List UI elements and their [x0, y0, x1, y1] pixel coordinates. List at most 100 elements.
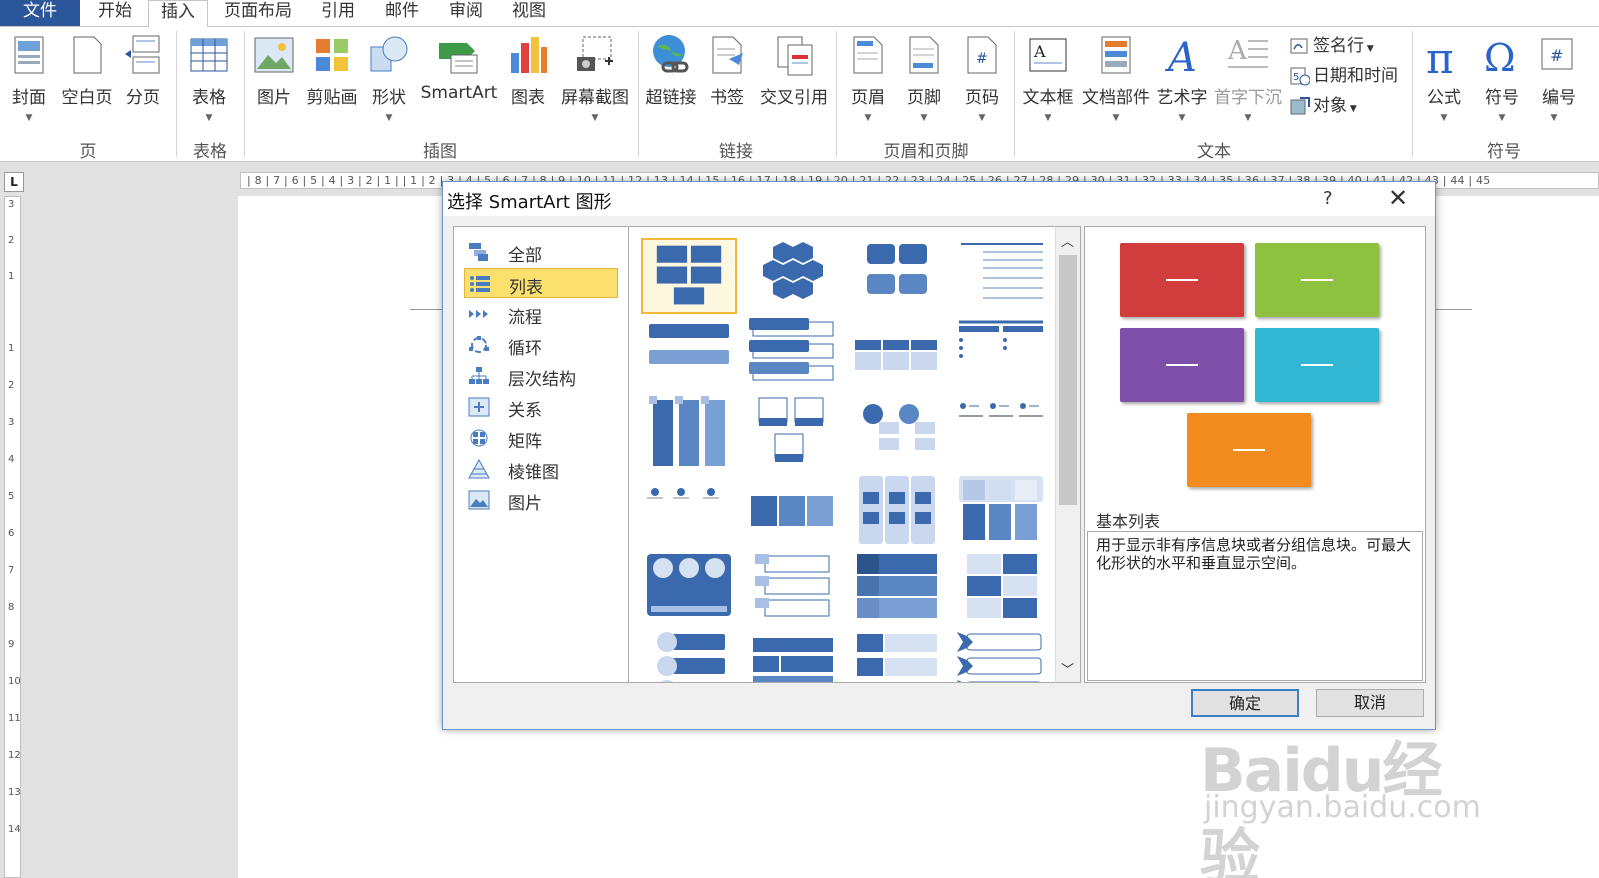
dialog-title: 选择 SmartArt 图形 — [447, 192, 612, 213]
layout-thumbnail-stacked-bars[interactable] — [641, 316, 737, 392]
layout-thumbnail-tab-list[interactable] — [849, 316, 945, 392]
tab-references[interactable]: 引用 — [312, 0, 364, 26]
bookmark-icon — [712, 36, 743, 74]
category-all[interactable]: 全部 — [464, 237, 618, 267]
scroll-down-icon[interactable]: ﹀ — [1061, 659, 1074, 678]
equation-icon: π — [1426, 34, 1454, 77]
group-label-symbols: 符号 — [1487, 142, 1521, 162]
layout-thumbnail-hexagon[interactable] — [745, 238, 841, 314]
category-matrix[interactable]: 矩阵 — [464, 423, 618, 453]
footer-icon — [909, 36, 939, 74]
category-process[interactable]: 流程 — [464, 299, 618, 329]
ribbon: 封面 ▼ 空白页 分页 表格 ▼ 图片 剪贴画 形状 ▼ SmartArt 图表 屏幕… — [0, 26, 1599, 162]
layout-thumbnail-chevron-list[interactable] — [953, 628, 1049, 682]
scroll-up-icon[interactable]: ︿ — [1061, 231, 1074, 250]
date-time-button[interactable]: 5 日期和时间 — [1290, 61, 1398, 87]
tab-selector[interactable]: L — [4, 172, 24, 192]
shapes-button[interactable]: 形状 ▼ — [366, 29, 412, 129]
number-icon: # — [1541, 38, 1573, 70]
cover-page-button[interactable]: 封面 ▼ — [6, 29, 52, 129]
group-label-links: 链接 — [719, 142, 753, 162]
picture-category-icon — [468, 490, 490, 510]
cross-reference-button[interactable]: 交叉引用 — [754, 29, 834, 129]
layout-thumbnail-column-cards[interactable] — [849, 472, 945, 548]
symbol-button[interactable]: Ω 符号 ▼ — [1476, 29, 1528, 129]
layout-thumbnail-bullet-grid[interactable] — [953, 316, 1049, 392]
blank-page-button[interactable]: 空白页 — [56, 29, 118, 129]
tab-view[interactable]: 视图 — [503, 0, 555, 26]
layout-thumbnail-rounded-blocks[interactable] — [849, 238, 945, 314]
scrollbar-thumb[interactable] — [1059, 255, 1077, 505]
layout-thumbnail-vertical-columns[interactable] — [641, 394, 737, 470]
bookmark-button[interactable]: 书签 — [704, 29, 750, 129]
layout-thumbnail-circle-bars[interactable] — [641, 628, 737, 682]
svg-text:5: 5 — [1293, 72, 1299, 83]
chart-button[interactable]: 图表 — [504, 29, 552, 129]
page-break-button[interactable]: 分页 — [120, 29, 166, 129]
layout-thumbnail-stacked-rows[interactable] — [849, 550, 945, 626]
layout-thumbnail-label-bars[interactable] — [849, 628, 945, 682]
smartart-icon — [439, 43, 478, 74]
layout-thumbnail-dot-dashes[interactable] — [953, 394, 1049, 470]
smartart-dialog: 选择 SmartArt 图形 ? ✕ 全部 列表 流程 循环 层次结构 关系 矩… — [442, 181, 1436, 730]
tab-insert[interactable]: 插入 — [148, 0, 208, 27]
clip-art-icon — [316, 39, 348, 71]
preview-shape-green — [1255, 243, 1379, 317]
header-button[interactable]: 页眉 ▼ — [844, 29, 892, 129]
tab-review[interactable]: 审阅 — [440, 0, 492, 26]
layout-thumbnail-pin-dots[interactable] — [641, 472, 737, 548]
screenshot-button[interactable]: 屏幕截图 ▼ — [556, 29, 634, 129]
quick-parts-button[interactable]: 文档部件 ▼ — [1080, 29, 1152, 129]
category-list-item[interactable]: 列表 — [464, 268, 618, 298]
svg-text:A: A — [1164, 35, 1197, 77]
layout-thumbnail-circle-columns[interactable] — [641, 550, 737, 626]
layout-thumbnail-horizontal-blocks[interactable] — [745, 472, 841, 548]
footer-button[interactable]: 页脚 ▼ — [900, 29, 948, 129]
preview-panel: 基本列表 用于显示非有序信息块或者分组信息块。可最大化形状的水平和垂直显示空间。 — [1084, 226, 1426, 683]
vertical-ruler[interactable]: 3 2 1 1 2 3 4 5 6 7 8 9 10 11 12 13 14 — [4, 196, 21, 878]
cancel-button[interactable]: 取消 — [1316, 689, 1424, 717]
layout-thumbnail-wide-bars[interactable] — [745, 628, 841, 682]
signature-line-button[interactable]: 签名行 ▼ — [1290, 31, 1374, 57]
drop-cap-button[interactable]: A 首字下沉 ▼ — [1212, 29, 1284, 129]
help-button[interactable]: ? — [1323, 188, 1333, 209]
layout-thumbnail-circle-labels[interactable] — [849, 394, 945, 470]
layout-thumbnail-lined-list[interactable] — [953, 238, 1049, 314]
preview-description: 用于显示非有序信息块或者分组信息块。可最大化形状的水平和垂直显示空间。 — [1087, 531, 1423, 681]
layout-thumbnail-basic-list[interactable] — [641, 238, 737, 314]
hyperlink-button[interactable]: 超链接 — [642, 29, 700, 129]
gallery-scrollbar[interactable]: ︿ ﹀ — [1055, 226, 1081, 683]
svg-text:#: # — [1550, 46, 1563, 65]
layout-thumbnail-staggered-blocks[interactable] — [953, 550, 1049, 626]
clip-art-button[interactable]: 剪贴画 — [302, 29, 362, 129]
category-pyramid[interactable]: 棱锥图 — [464, 454, 618, 484]
category-cycle[interactable]: 循环 — [464, 330, 618, 360]
page-number-button[interactable]: # 页码 ▼ — [958, 29, 1006, 129]
text-box-button[interactable]: A 文本框 ▼ — [1018, 29, 1078, 129]
dialog-title-bar[interactable]: 选择 SmartArt 图形 ? ✕ — [443, 182, 1435, 216]
category-hierarchy[interactable]: 层次结构 — [464, 361, 618, 391]
number-button[interactable]: # 编号 ▼ — [1534, 29, 1576, 129]
tab-mailings[interactable]: 邮件 — [376, 0, 428, 26]
layout-thumbnail-picture-captions[interactable] — [745, 394, 841, 470]
equation-button[interactable]: π 公式 ▼ — [1418, 29, 1470, 129]
tab-page-layout[interactable]: 页面布局 — [215, 0, 301, 26]
close-button[interactable]: ✕ — [1388, 184, 1408, 212]
category-picture[interactable]: 图片 — [464, 485, 618, 515]
smartart-button[interactable]: SmartArt — [418, 29, 500, 129]
screenshot-icon — [577, 36, 613, 71]
tab-file[interactable]: 文件 — [0, 0, 80, 26]
category-relationship[interactable]: 关系 — [464, 392, 618, 422]
picture-button[interactable]: 图片 — [250, 29, 298, 129]
ok-button[interactable]: 确定 — [1191, 689, 1299, 717]
layout-gallery[interactable] — [629, 226, 1055, 683]
object-button[interactable]: 对象 ▼ — [1290, 91, 1357, 117]
pyramid-icon — [468, 459, 490, 479]
layout-thumbnail-tabbed-boxes[interactable] — [745, 550, 841, 626]
table-button[interactable]: 表格 ▼ — [184, 29, 234, 129]
svg-text:Ω: Ω — [1484, 36, 1516, 77]
wordart-button[interactable]: A 艺术字 ▼ — [1152, 29, 1212, 129]
tab-home[interactable]: 开始 — [90, 0, 140, 26]
layout-thumbnail-header-columns[interactable] — [953, 472, 1049, 548]
layout-thumbnail-offset-bars[interactable] — [745, 316, 841, 392]
